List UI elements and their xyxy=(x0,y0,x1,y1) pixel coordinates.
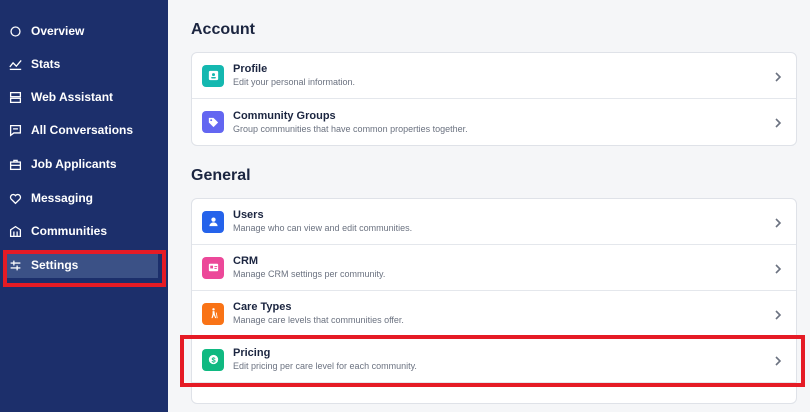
settings-row-profile[interactable]: Profile Edit your personal information. xyxy=(192,53,796,99)
account-settings-card: Profile Edit your personal information. … xyxy=(191,52,797,146)
crm-icon xyxy=(202,256,224,279)
chevron-right-icon xyxy=(772,70,784,82)
web-assistant-icon xyxy=(7,89,23,105)
sidebar-item-label: Overview xyxy=(31,24,85,38)
chevron-right-icon xyxy=(772,308,784,320)
highlight-box-settings xyxy=(3,250,166,287)
row-title: Care Types xyxy=(233,301,292,313)
sidebar-item-label: Job Applicants xyxy=(31,157,117,171)
section-title-general: General xyxy=(191,167,251,184)
row-subtitle: Manage who can view and edit communities… xyxy=(233,223,413,233)
walking-icon xyxy=(202,302,224,325)
sidebar: Overview Stats Web Assistant All Convers… xyxy=(0,0,168,412)
chat-icon xyxy=(7,122,23,138)
sidebar-item-label: All Conversations xyxy=(31,123,134,137)
row-title: CRM xyxy=(233,255,259,267)
sidebar-item-label: Communities xyxy=(31,224,108,238)
row-subtitle: Manage CRM settings per community. xyxy=(233,269,386,279)
settings-row-care-types[interactable]: Care Types Manage care levels that commu… xyxy=(192,291,796,337)
sidebar-item-messaging[interactable]: Messaging xyxy=(0,185,168,211)
tag-icon xyxy=(202,111,224,133)
row-subtitle: Manage care levels that communities offe… xyxy=(233,315,404,325)
stats-icon xyxy=(7,56,23,72)
highlight-box-pricing xyxy=(180,335,805,387)
settings-row-community-groups[interactable]: Community Groups Group communities that … xyxy=(192,99,796,145)
sidebar-item-label: Messaging xyxy=(31,191,94,205)
sidebar-item-label: Stats xyxy=(31,57,61,71)
profile-icon xyxy=(202,64,224,87)
row-title: Users xyxy=(233,209,264,221)
circle-icon xyxy=(7,23,23,39)
sidebar-item-overview[interactable]: Overview xyxy=(0,18,168,44)
sidebar-item-communities[interactable]: Communities xyxy=(0,218,168,244)
briefcase-icon xyxy=(7,156,23,172)
row-subtitle: Group communities that have common prope… xyxy=(233,123,468,134)
user-icon xyxy=(202,210,224,233)
chevron-right-icon xyxy=(772,216,784,228)
section-title-account: Account xyxy=(191,21,255,38)
sidebar-item-job-applicants[interactable]: Job Applicants xyxy=(0,151,168,177)
app-window: Overview Stats Web Assistant All Convers… xyxy=(0,0,810,412)
sidebar-item-stats[interactable]: Stats xyxy=(0,51,168,77)
row-title: Community Groups xyxy=(233,109,336,122)
settings-row-users[interactable]: Users Manage who can view and edit commu… xyxy=(192,199,796,245)
sidebar-item-all-conversations[interactable]: All Conversations xyxy=(0,117,168,143)
building-icon xyxy=(7,223,23,239)
chevron-right-icon xyxy=(772,262,784,274)
heart-icon xyxy=(7,190,23,206)
row-title: Profile xyxy=(233,63,268,75)
sidebar-item-label: Web Assistant xyxy=(31,90,114,104)
settings-row-crm[interactable]: CRM Manage CRM settings per community. xyxy=(192,245,796,291)
chevron-right-icon xyxy=(772,116,784,128)
row-subtitle: Edit your personal information. xyxy=(233,77,356,87)
sidebar-item-web-assistant[interactable]: Web Assistant xyxy=(0,84,168,110)
